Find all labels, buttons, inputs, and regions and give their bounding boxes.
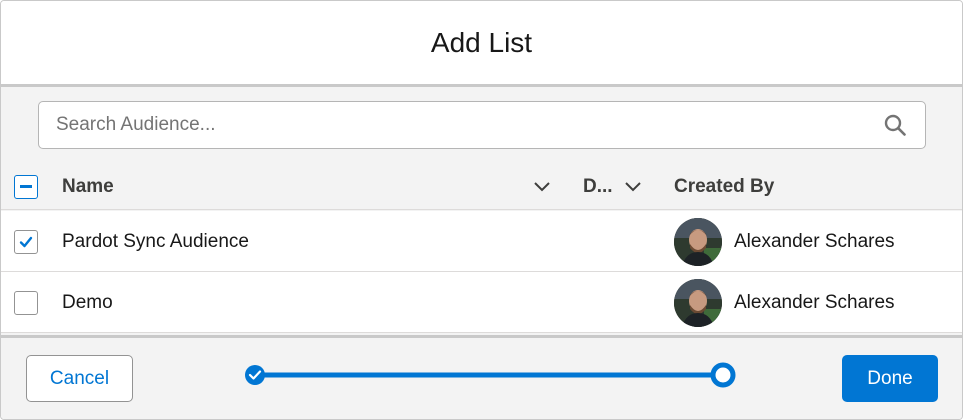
row-select-cell bbox=[14, 211, 38, 272]
progress-indicator bbox=[243, 362, 738, 388]
avatar bbox=[674, 217, 722, 266]
modal-footer: Cancel Done bbox=[1, 335, 962, 419]
row-checkbox[interactable] bbox=[14, 229, 38, 254]
chevron-down-icon[interactable] bbox=[623, 177, 643, 203]
progress-step-1-complete[interactable] bbox=[245, 365, 265, 385]
row-created-by-cell: Alexander Schares bbox=[674, 272, 895, 333]
add-list-modal: Add List Name D... bbox=[0, 0, 963, 420]
select-all-checkbox[interactable] bbox=[14, 174, 38, 199]
column-label-created-by: Created By bbox=[674, 175, 775, 197]
cancel-button[interactable]: Cancel bbox=[26, 355, 133, 402]
column-label-d: D... bbox=[583, 175, 613, 197]
search-input[interactable] bbox=[56, 114, 882, 136]
column-label-name: Name bbox=[62, 175, 114, 197]
chevron-down-icon[interactable] bbox=[532, 177, 552, 203]
column-header-created-by[interactable]: Created By bbox=[674, 163, 774, 210]
select-all-cell bbox=[14, 163, 38, 210]
row-select-cell bbox=[14, 272, 38, 333]
column-header-name[interactable]: Name bbox=[62, 163, 552, 210]
search-icon[interactable] bbox=[882, 112, 908, 138]
row-name: Pardot Sync Audience bbox=[62, 230, 249, 252]
modal-title: Add List bbox=[430, 26, 533, 58]
modal-body: Name D... Created By Pardo bbox=[1, 87, 962, 335]
search-box bbox=[38, 101, 926, 149]
done-button[interactable]: Done bbox=[842, 355, 938, 402]
table-row[interactable]: Demo Alexander Schares bbox=[1, 272, 962, 333]
row-name: Demo bbox=[62, 291, 113, 313]
row-created-by-cell: Alexander Schares bbox=[674, 211, 895, 272]
column-header-d[interactable]: D... bbox=[583, 163, 643, 210]
table-header: Name D... Created By bbox=[1, 163, 962, 210]
avatar bbox=[674, 278, 722, 327]
row-created-by: Alexander Schares bbox=[734, 230, 895, 252]
row-checkbox[interactable] bbox=[14, 290, 38, 315]
progress-step-2-current[interactable] bbox=[710, 362, 736, 388]
table-row[interactable]: Pardot Sync Audience Alexander Schares bbox=[1, 211, 962, 272]
modal-header: Add List bbox=[1, 1, 962, 87]
row-created-by: Alexander Schares bbox=[734, 291, 895, 313]
